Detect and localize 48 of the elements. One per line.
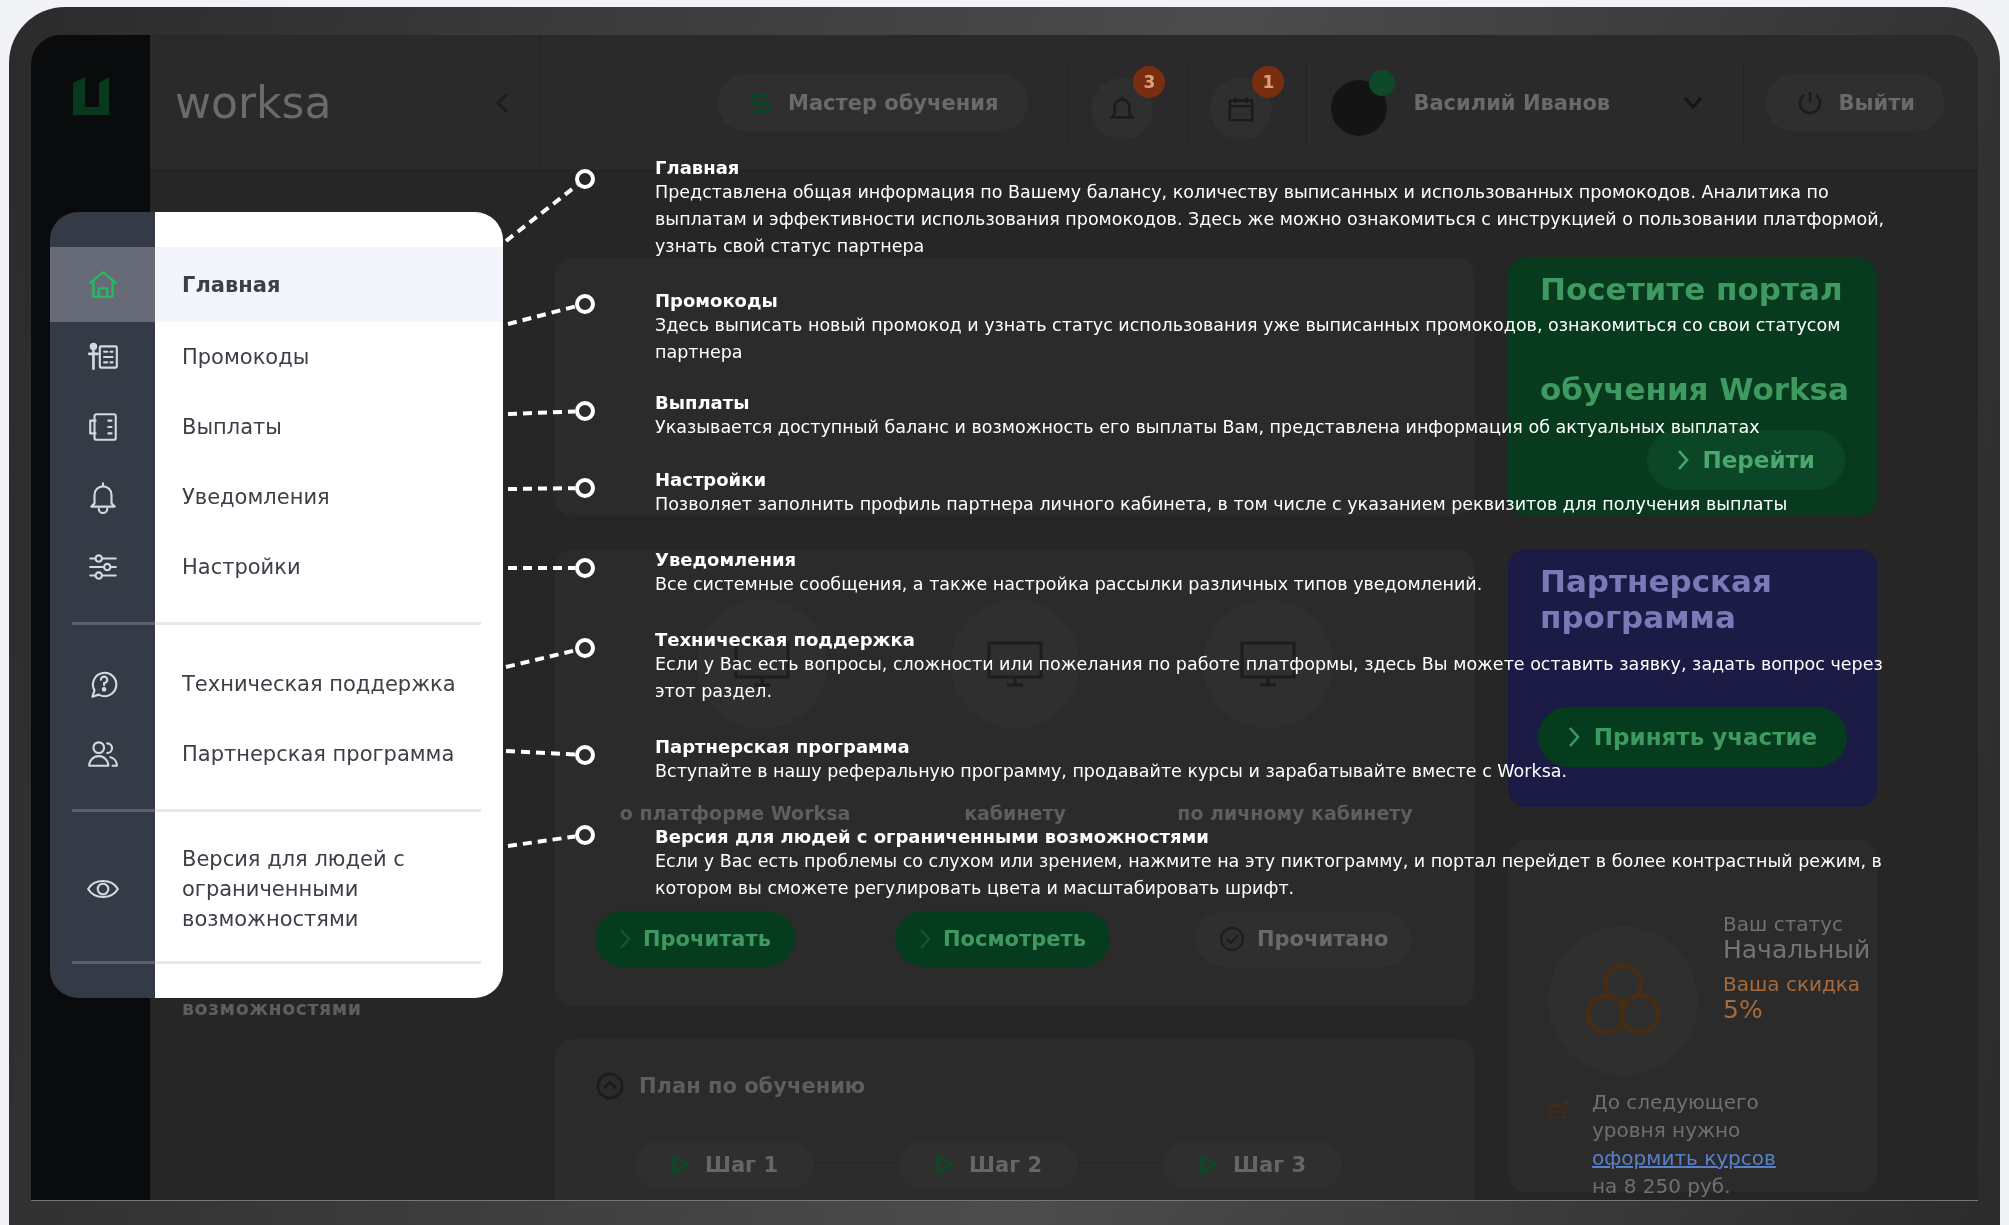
logo-text: worksa xyxy=(175,77,332,128)
annotation-text: Позволяет заполнить профиль партнера личного кабинета, в том числе с указанием реквизитов для получения выплаты xyxy=(655,493,1788,516)
annotation-title: Партнерская программа xyxy=(655,736,910,758)
annotation-title: Техническая поддержка xyxy=(655,629,915,651)
menu-item[interactable]: Настройки xyxy=(50,532,503,602)
annotation-text: Если у Вас есть вопросы, сложности или пожелания по работе платформы, здесь Вы можете оставить заявку, задать вопрос через этот раздел. xyxy=(655,653,1884,703)
menu-item[interactable]: Версия для людей с ограниченными возможностями xyxy=(50,836,503,941)
annotation-title: Промокоды xyxy=(655,290,778,312)
card-title: Партнерская программа xyxy=(1540,563,1773,635)
next-level-text: До следующего уровня нужно оформить курсов на 8 250 руб. xyxy=(1592,1089,1777,1200)
menu-item[interactable]: Уведомления xyxy=(50,462,503,532)
annotation-title: Уведомления xyxy=(655,549,797,571)
card-title: Посетите портал xyxy=(1540,272,1844,306)
menu-item[interactable]: Выплаты xyxy=(50,392,503,462)
annotation-title: Версия для людей с ограниченными возможностями xyxy=(655,826,1209,848)
read-status-button[interactable]: Прочитано xyxy=(1195,911,1413,967)
menu-item[interactable]: Промокоды xyxy=(50,322,503,392)
annotation-title: Выплаты xyxy=(655,392,750,414)
user-name: Василий Иванов xyxy=(1413,90,1612,115)
play-icon xyxy=(671,1155,689,1175)
status-badge-icon xyxy=(1369,69,1396,96)
annotation-text: Здесь выписать новый промокод и узнать статус использования уже выписанных промокодов, ознакомиться со свои статусом партнера xyxy=(655,314,1842,364)
status-value: Начальный xyxy=(1723,936,1871,964)
chevron-right-icon xyxy=(1567,726,1580,748)
menu-item[interactable]: Партнерская программа xyxy=(50,719,503,789)
discount-value: 5% xyxy=(1723,996,1764,1024)
annotation-title: Главная xyxy=(655,157,740,179)
status-label: Ваш статус xyxy=(1723,912,1845,936)
annotation-text: Представлена общая информация по Вашему балансу, количеству выписанных и использованных промокодов. Аналитика по выплатам и эффективности использования промокодов. Здесь же можно ознакомиться с инструкцией о пользовании платформой, узнать свой статус партнера xyxy=(655,181,1886,258)
notification-count-badge: 3 xyxy=(1133,65,1166,98)
tutorial-button[interactable]: Мастер обучения xyxy=(718,73,1029,132)
action-button[interactable]: Прочитать xyxy=(595,911,795,967)
annotation-text: Все системные сообщения, а также настройка рассылки различных типов уведомлений. xyxy=(655,573,1483,596)
menu-item-text: возможностями xyxy=(182,997,362,1019)
card-title: обучения Worksa xyxy=(1540,372,1850,406)
calendar-count-badge: 1 xyxy=(1252,65,1285,98)
logout-button[interactable]: Выйти xyxy=(1766,73,1946,132)
menu-item[interactable]: Техническая поддержка xyxy=(50,649,503,719)
courses-link[interactable]: оформить курсов xyxy=(1592,1146,1776,1170)
discount-label: Ваша скидка xyxy=(1723,972,1862,996)
annotation-text: Если у Вас есть проблемы со слухом или зрением, нажмите на эту пиктограмму, и портал перейдет в более контрастный режим, в котором вы сможете регулировать цвета и масштабировать шрифт. xyxy=(655,850,1883,900)
action-button[interactable]: Принять участие xyxy=(1537,707,1848,767)
action-button[interactable]: Посмотреть xyxy=(895,911,1110,967)
play-icon xyxy=(1199,1155,1218,1175)
chevron-right-icon xyxy=(1676,449,1689,471)
play-icon xyxy=(935,1155,953,1175)
annotation-title: Настройки xyxy=(655,469,766,491)
menu-item[interactable]: Главная xyxy=(50,247,503,322)
